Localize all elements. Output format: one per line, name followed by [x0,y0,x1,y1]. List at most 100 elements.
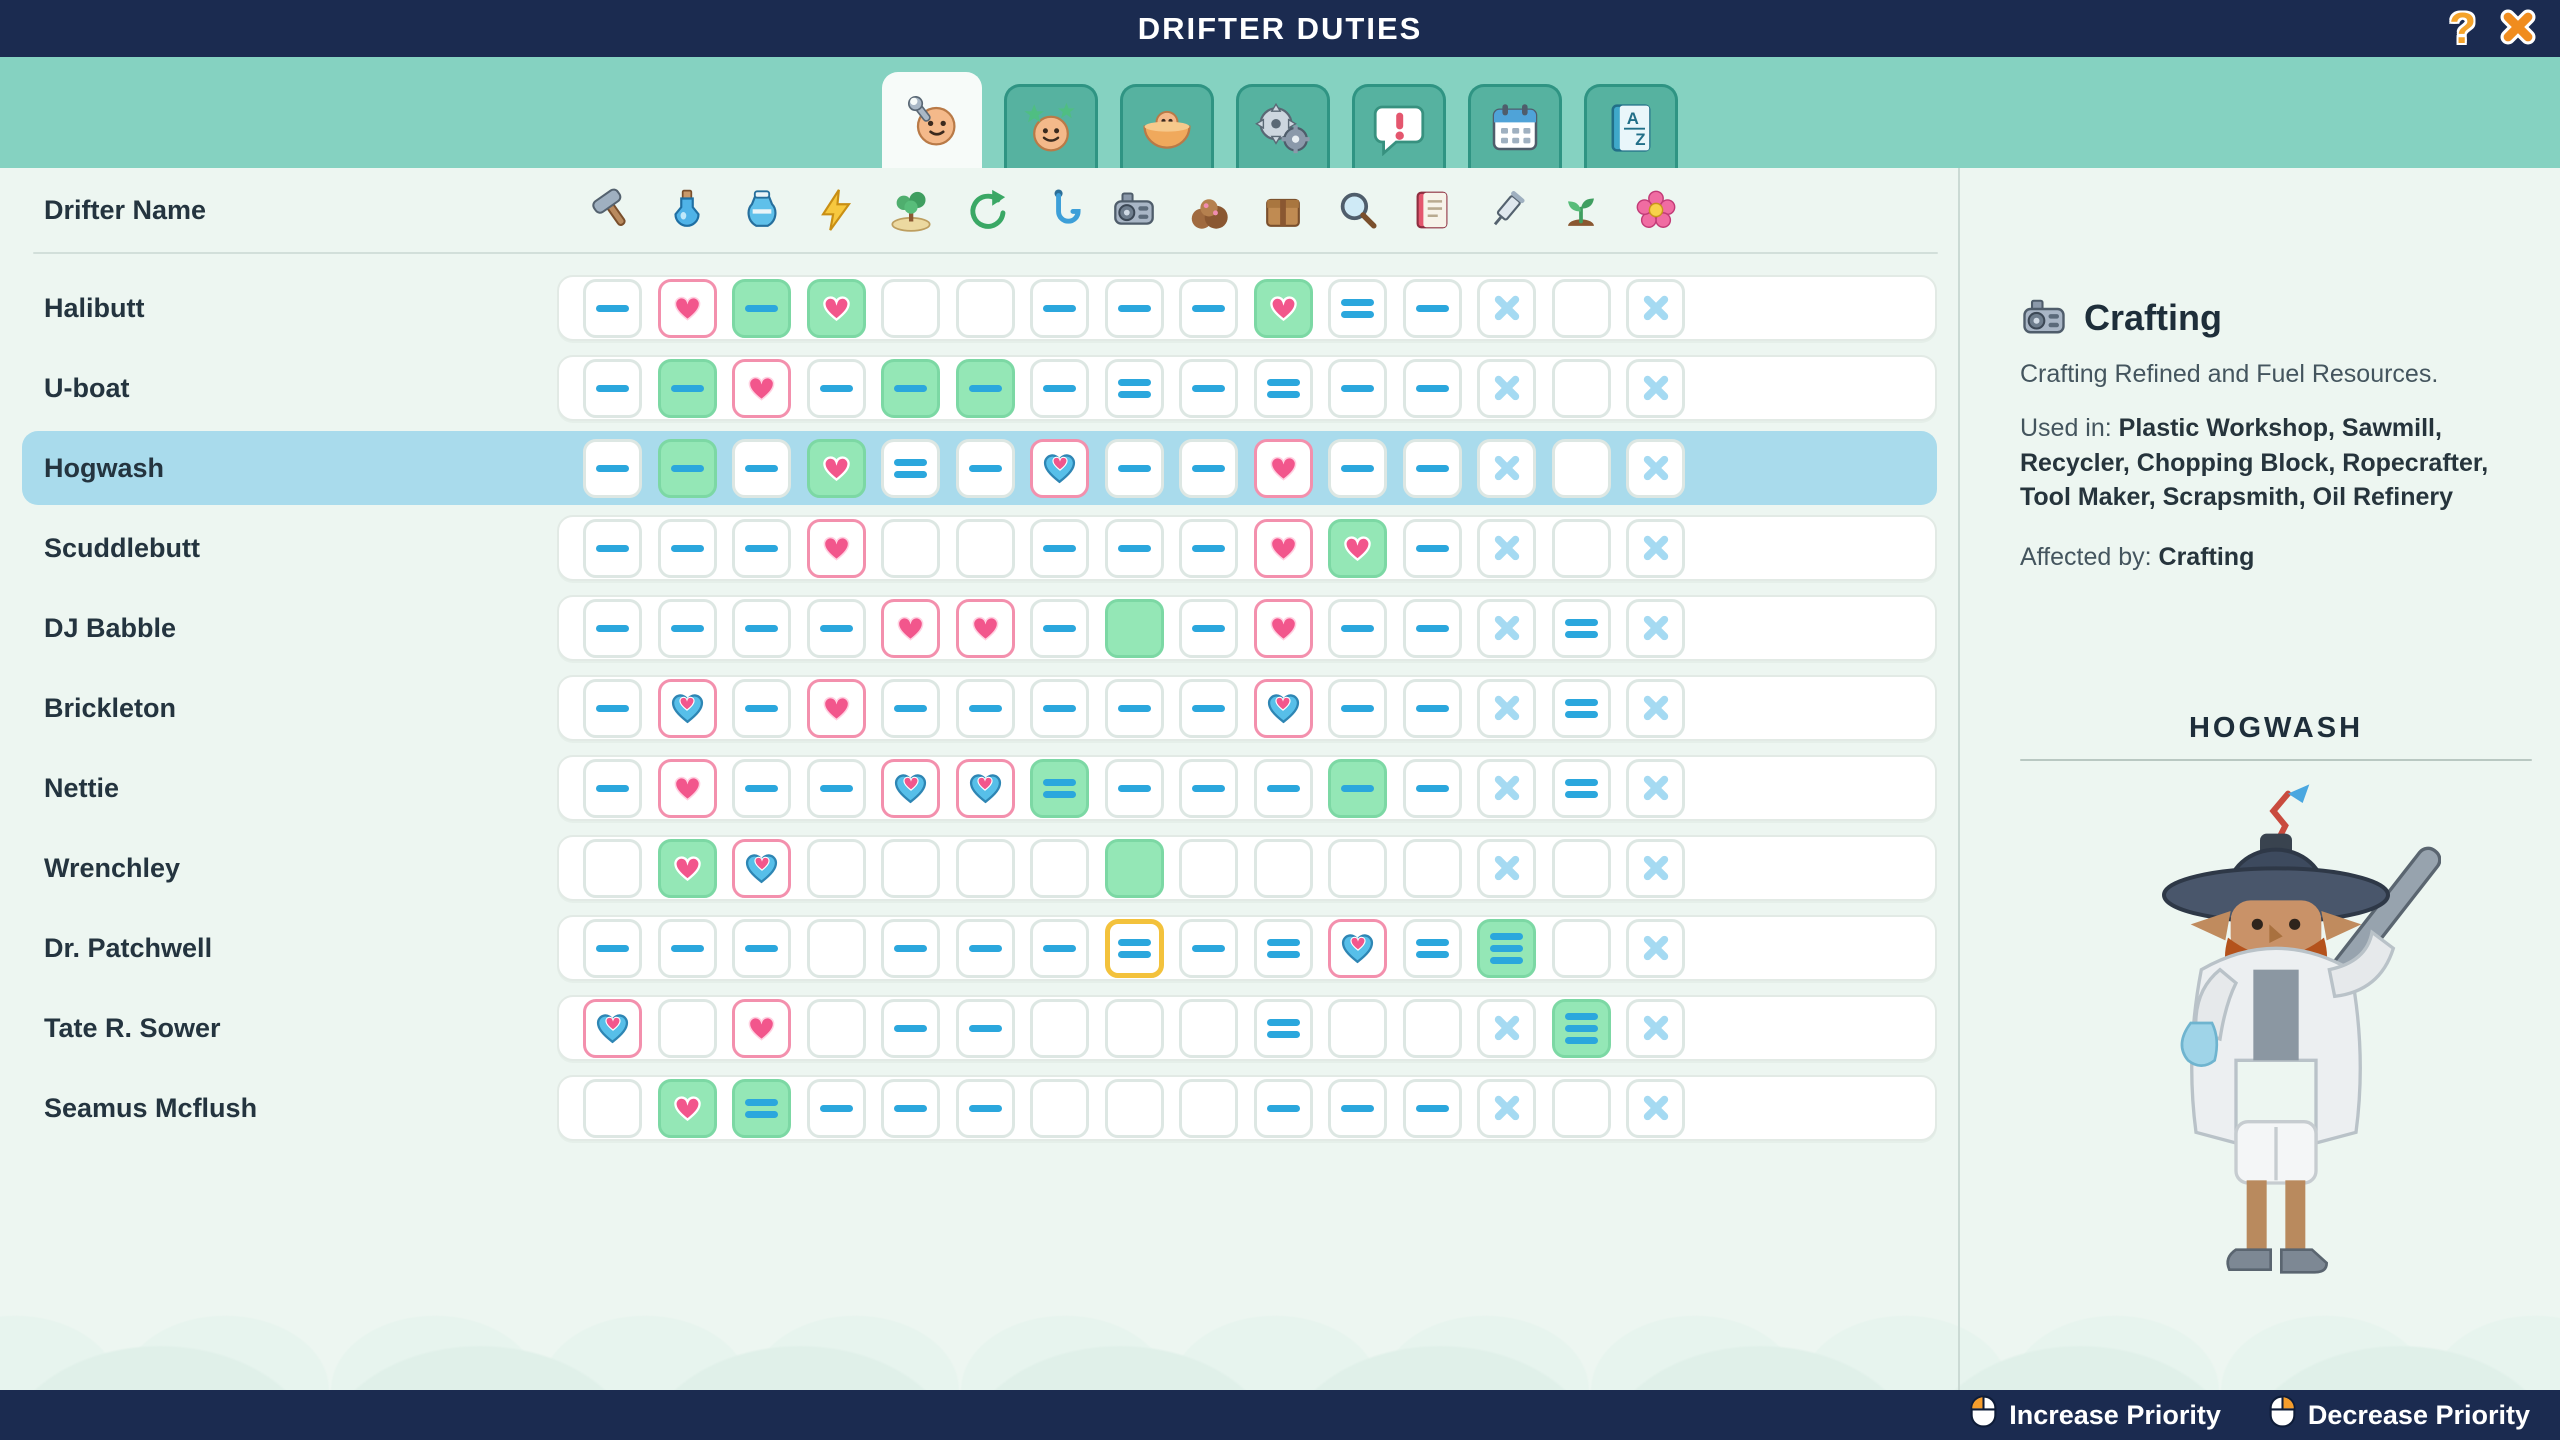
duty-cell-flower-x[interactable] [1626,439,1685,498]
duty-cell-book-d1[interactable] [1403,1079,1462,1138]
duty-cell-recycle-e[interactable] [956,839,1015,898]
duty-cell-compost-e[interactable] [1179,1079,1238,1138]
drifter-name[interactable]: Dr. Patchwell [44,908,212,988]
duty-cell-jug-hp[interactable] [732,999,791,1058]
tab-drifter-duties[interactable] [882,72,982,168]
island-column-icon[interactable] [881,181,940,240]
duty-cell-storage-e[interactable] [1254,839,1313,898]
book-column-icon[interactable] [1403,181,1462,240]
duty-cell-medical-x[interactable] [1477,839,1536,898]
tab-happiness[interactable] [1004,84,1098,168]
duty-cell-hook-d1[interactable] [1030,359,1089,418]
duty-cell-storage-d2[interactable] [1254,999,1313,1058]
duty-cell-flask-hp[interactable] [658,279,717,338]
duty-cell-compost-e[interactable] [1179,999,1238,1058]
drifter-name[interactable]: Hogwash [44,428,164,508]
duty-cell-hammer-d1[interactable] [583,519,642,578]
duty-cell-farming-e[interactable] [1552,279,1611,338]
duty-cell-storage-hg[interactable] [1254,279,1313,338]
duty-cell-island-d1[interactable] [881,679,940,738]
tab-food[interactable] [1120,84,1214,168]
duty-cell-research-e[interactable] [1328,999,1387,1058]
duty-cell-storage-hp[interactable] [1254,519,1313,578]
duty-cell-storage-d1[interactable] [1254,1079,1313,1138]
duty-cell-hammer-d1[interactable] [583,439,642,498]
duty-cell-medical-x[interactable] [1477,599,1536,658]
duty-cell-jug-d1[interactable] [732,439,791,498]
crafting-column-icon[interactable] [1105,181,1164,240]
duty-cell-research-hf[interactable] [1328,919,1387,978]
tab-production[interactable] [1236,84,1330,168]
duty-cell-recycle-hf[interactable] [956,759,1015,818]
duty-cell-flower-x[interactable] [1626,919,1685,978]
duty-cell-recycle-d1[interactable] [956,1079,1015,1138]
duty-cell-jug-d1[interactable] [732,599,791,658]
duty-cell-island-d1g[interactable] [881,359,940,418]
duty-cell-flower-x[interactable] [1626,519,1685,578]
hook-column-icon[interactable] [1030,181,1089,240]
duty-cell-book-d2[interactable] [1403,919,1462,978]
duty-cell-hammer-d1[interactable] [583,759,642,818]
duty-cell-research-hg[interactable] [1328,519,1387,578]
duty-cell-book-e[interactable] [1403,839,1462,898]
duty-cell-compost-d1[interactable] [1179,359,1238,418]
duty-cell-jug-hp[interactable] [732,359,791,418]
duty-cell-recycle-d1[interactable] [956,439,1015,498]
duty-cell-flower-x[interactable] [1626,679,1685,738]
duty-cell-hook-e[interactable] [1030,1079,1089,1138]
duty-cell-research-d2[interactable] [1328,279,1387,338]
duty-cell-research-d1[interactable] [1328,1079,1387,1138]
duty-cell-compost-d1[interactable] [1179,519,1238,578]
tab-schedule[interactable] [1468,84,1562,168]
duty-cell-energy-e[interactable] [807,919,866,978]
duty-cell-book-d1[interactable] [1403,519,1462,578]
duty-cell-crafting-e[interactable] [1105,999,1164,1058]
duty-cell-crafting-g[interactable] [1105,599,1164,658]
duty-cell-medical-d3g[interactable] [1477,919,1536,978]
duty-cell-compost-d1[interactable] [1179,599,1238,658]
duty-cell-recycle-d1g[interactable] [956,359,1015,418]
duty-cell-energy-e[interactable] [807,999,866,1058]
duty-cell-research-d1[interactable] [1328,599,1387,658]
duty-cell-island-d1[interactable] [881,1079,940,1138]
duty-cell-hook-d1[interactable] [1030,279,1089,338]
duty-cell-storage-d1[interactable] [1254,759,1313,818]
close-button[interactable] [2498,7,2538,50]
duty-cell-farming-d2[interactable] [1552,599,1611,658]
duty-cell-hammer-d1[interactable] [583,679,642,738]
duty-cell-farming-d2[interactable] [1552,759,1611,818]
duty-cell-farming-e[interactable] [1552,1079,1611,1138]
duty-cell-crafting-d1[interactable] [1105,519,1164,578]
duty-cell-hook-d1[interactable] [1030,599,1089,658]
duty-cell-book-d1[interactable] [1403,759,1462,818]
farming-column-icon[interactable] [1552,181,1611,240]
duty-cell-hook-e[interactable] [1030,999,1089,1058]
duty-cell-energy-hp[interactable] [807,519,866,578]
duty-cell-recycle-d1[interactable] [956,679,1015,738]
duty-cell-hook-e[interactable] [1030,839,1089,898]
duty-cell-compost-d1[interactable] [1179,279,1238,338]
compost-column-icon[interactable] [1179,181,1238,240]
duty-cell-recycle-e[interactable] [956,519,1015,578]
duty-cell-medical-x[interactable] [1477,519,1536,578]
help-button[interactable]: ? [2449,7,2476,51]
drifter-name[interactable]: Tate R. Sower [44,988,221,1068]
drifter-name[interactable]: Wrenchley [44,828,180,908]
recycle-column-icon[interactable] [956,181,1015,240]
tab-encyclopedia[interactable]: AZ [1584,84,1678,168]
duty-cell-medical-x[interactable] [1477,439,1536,498]
medical-column-icon[interactable] [1477,181,1536,240]
duty-cell-crafting-d2[interactable] [1105,359,1164,418]
duty-cell-island-e[interactable] [881,279,940,338]
duty-cell-storage-hp[interactable] [1254,599,1313,658]
duty-cell-farming-d3g[interactable] [1552,999,1611,1058]
duty-cell-medical-x[interactable] [1477,759,1536,818]
duty-cell-farming-e[interactable] [1552,839,1611,898]
duty-cell-hammer-d1[interactable] [583,919,642,978]
duty-cell-storage-hf[interactable] [1254,679,1313,738]
drifter-name[interactable]: Scuddlebutt [44,508,200,588]
duty-cell-island-e[interactable] [881,519,940,578]
duty-cell-recycle-e[interactable] [956,279,1015,338]
duty-cell-crafting-d1[interactable] [1105,439,1164,498]
drifter-name[interactable]: DJ Babble [44,588,176,668]
